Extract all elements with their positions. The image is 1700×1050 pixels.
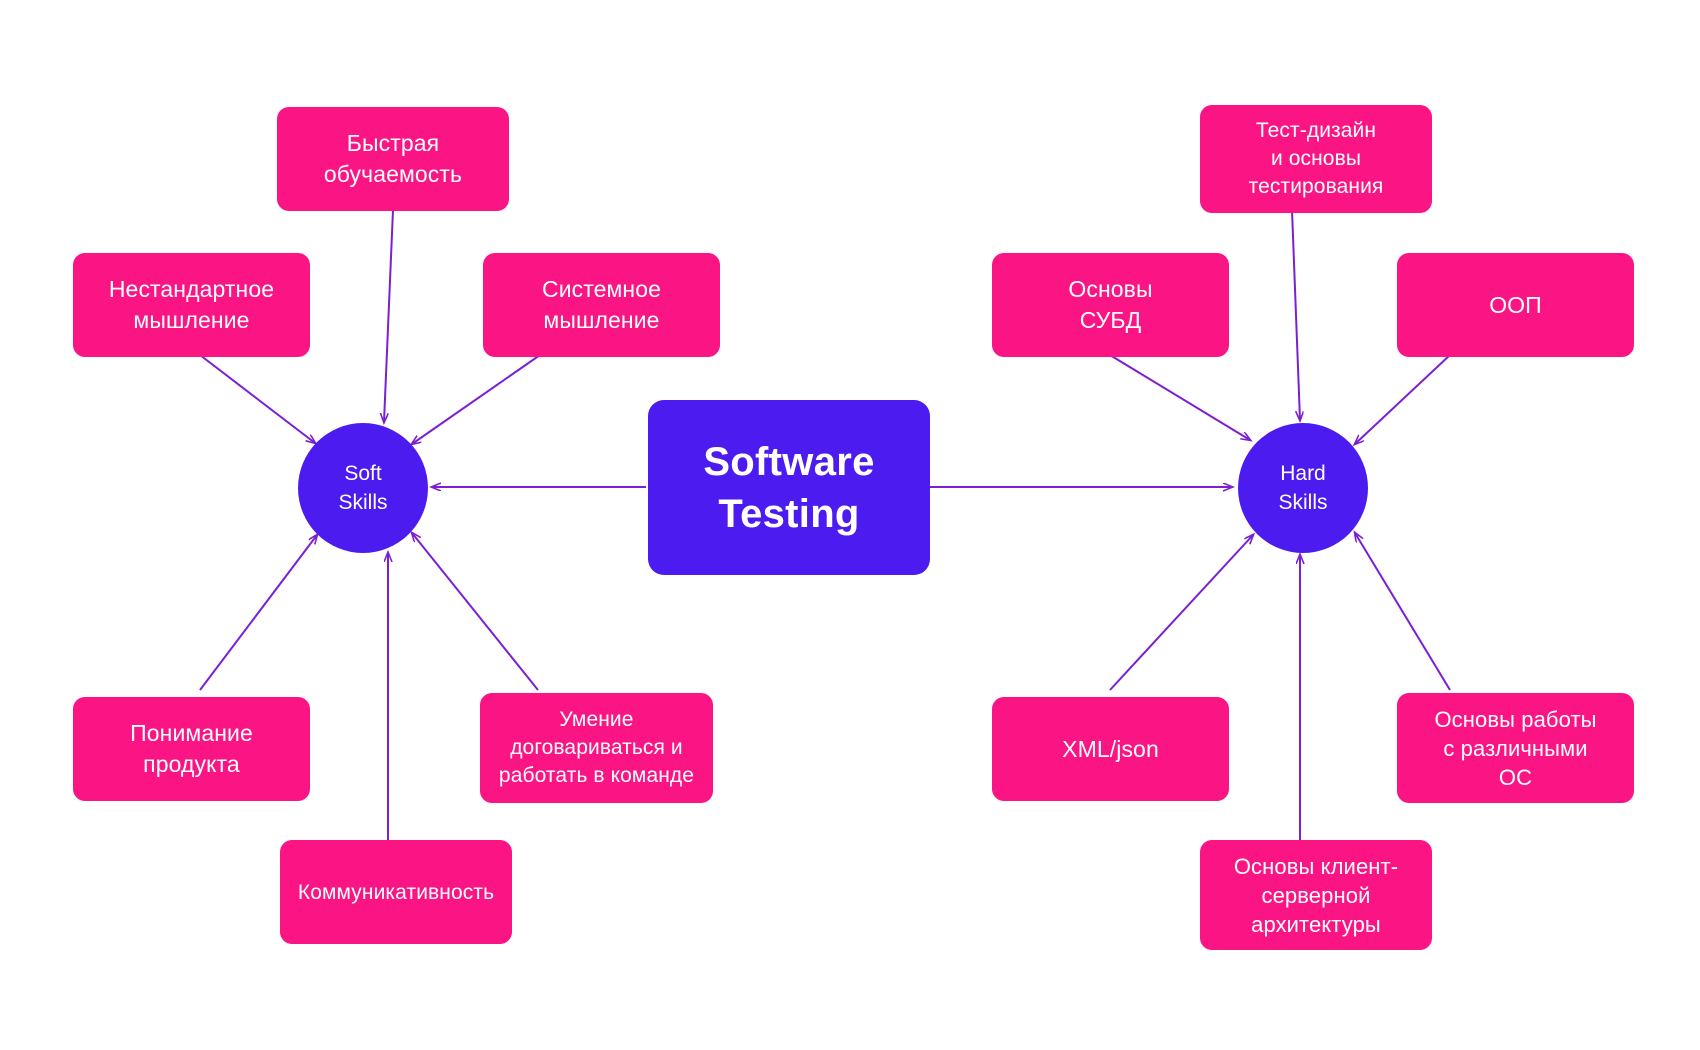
hard-skill-dbms-basics[interactable]: Основы СУБД — [992, 253, 1229, 357]
soft-skill-teamwork[interactable]: Умение договариваться и работать в коман… — [480, 693, 713, 803]
hard-skill-client-server-line-2: серверной — [1261, 882, 1371, 908]
hard-skill-os-basics-line-2: с различными — [1443, 735, 1588, 761]
soft-skill-communication-line-1: Коммуникативность — [297, 880, 495, 904]
edge-dbms-to-hard — [1109, 354, 1250, 440]
edge-oop-to-hard — [1355, 354, 1451, 444]
hard-skill-client-server-line-3: архитектуры — [1251, 911, 1381, 937]
soft-skill-fast-learning-line-1: Быстрая — [346, 130, 440, 156]
hub-soft-skills[interactable]: Soft Skills — [298, 423, 428, 553]
hub-soft-skills-line-1: Soft — [344, 462, 382, 485]
hard-skill-client-server-line-1: Основы клиент- — [1233, 853, 1399, 879]
soft-skill-fast-learning-line-2: обучаемость — [323, 161, 463, 187]
mindmap-canvas: Software Testing Soft Skills Hard Skills… — [0, 0, 1700, 1050]
center-node-software-testing[interactable]: Software Testing — [648, 400, 930, 575]
hard-skill-client-server[interactable]: Основы клиент- серверной архитектуры — [1200, 840, 1432, 950]
edge-nonstandard-thinking-to-soft — [199, 354, 315, 443]
edge-xml-json-to-hard — [1109, 535, 1253, 691]
edge-systems-thinking-to-soft — [412, 354, 541, 444]
hard-skill-os-basics-line-3: ОС — [1498, 764, 1533, 790]
soft-skill-teamwork-line-1: Умение — [559, 708, 634, 731]
hard-skill-dbms-basics-line-1: Основы — [1068, 276, 1153, 302]
soft-skill-nonstandard-thinking[interactable]: Нестандартное мышление — [73, 253, 310, 357]
soft-skill-systems-thinking[interactable]: Системное мышление — [483, 253, 720, 357]
soft-skill-product-understanding-line-1: Понимание — [130, 720, 253, 746]
soft-skill-teamwork-line-3: работать в команде — [498, 764, 695, 787]
soft-skill-systems-thinking-line-1: Системное — [541, 276, 662, 302]
hard-skill-oop-line-1: ООП — [1489, 291, 1542, 318]
hub-soft-skills-line-2: Skills — [338, 491, 388, 514]
hard-skill-test-design-line-2: и основы — [1270, 147, 1362, 170]
hub-hard-skills[interactable]: Hard Skills — [1238, 423, 1368, 553]
hard-skill-test-design-line-1: Тест-дизайн — [1255, 119, 1377, 142]
hard-skill-oop[interactable]: ООП — [1397, 253, 1634, 357]
hard-skill-os-basics-line-1: Основы работы — [1434, 706, 1597, 732]
edge-teamwork-to-soft — [412, 533, 539, 691]
hard-skill-xml-json-line-1: XML/json — [1062, 735, 1159, 762]
soft-skill-communication[interactable]: Коммуникативность — [280, 840, 512, 944]
hard-skill-test-design-line-3: тестирования — [1248, 175, 1384, 198]
edge-product-understanding-to-soft — [199, 535, 317, 691]
edge-os-basics-to-hard — [1355, 533, 1451, 691]
soft-skill-product-understanding-line-2: продукта — [143, 751, 240, 777]
hard-skill-test-design[interactable]: Тест-дизайн и основы тестирования — [1200, 105, 1432, 213]
hub-hard-skills-line-1: Hard — [1280, 462, 1326, 485]
hard-skill-dbms-basics-line-2: СУБД — [1079, 307, 1142, 333]
edge-fast-learning-to-soft — [384, 209, 394, 422]
soft-skill-nonstandard-thinking-line-1: Нестандартное — [108, 276, 275, 302]
soft-skill-product-understanding[interactable]: Понимание продукта — [73, 697, 310, 801]
center-title-line-1: Software — [703, 439, 875, 484]
soft-skill-nonstandard-thinking-line-2: мышление — [133, 307, 250, 333]
edge-test-design-to-hard — [1291, 209, 1300, 420]
hard-skill-xml-json[interactable]: XML/json — [992, 697, 1229, 801]
hard-skill-os-basics[interactable]: Основы работы с различными ОС — [1397, 693, 1634, 803]
hub-hard-skills-line-2: Skills — [1278, 491, 1328, 514]
soft-skill-teamwork-line-2: договариваться и — [510, 736, 683, 759]
soft-skill-systems-thinking-line-2: мышление — [543, 307, 660, 333]
soft-skill-fast-learning[interactable]: Быстрая обучаемость — [277, 107, 509, 211]
center-title-line-2: Testing — [718, 491, 860, 536]
